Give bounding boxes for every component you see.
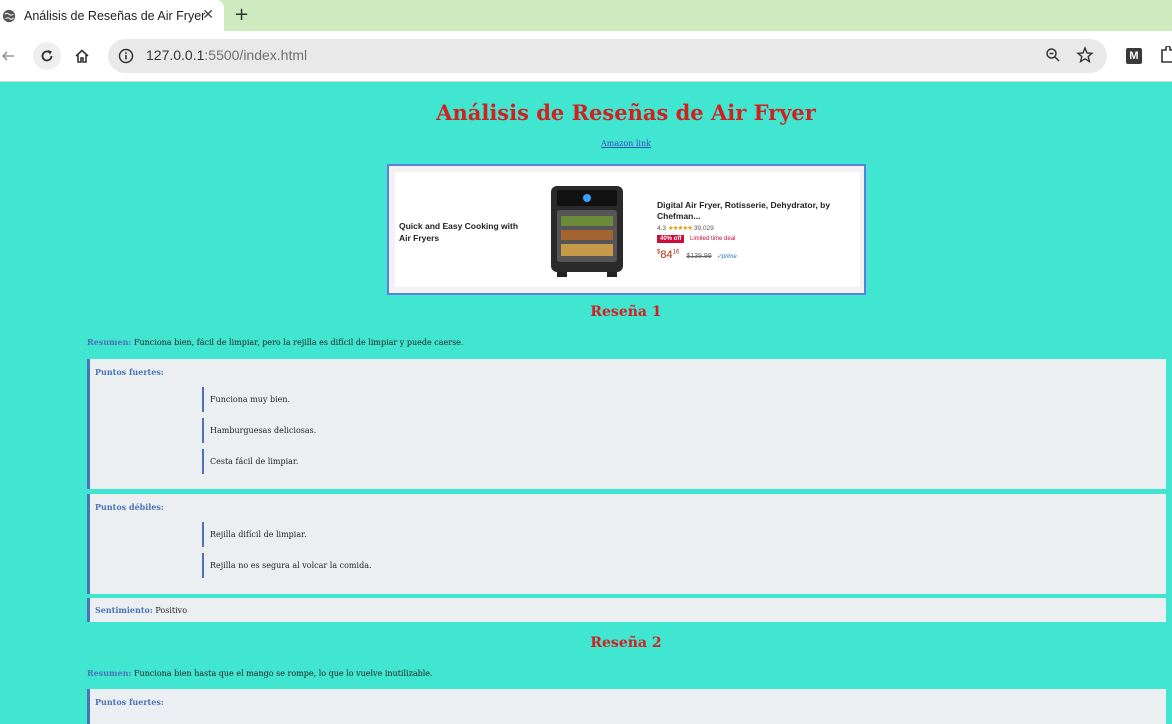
- tab-bar: Análisis de Reseñas de Air Fryer ✕ +: [0, 0, 1172, 31]
- url-text[interactable]: 127.0.0.1:5500/index.html: [146, 47, 307, 63]
- summary-text: Funciona bien, fácil de limpiar, pero la…: [133, 338, 464, 347]
- air-fryer-product-image: [551, 186, 623, 277]
- list-item: Cesta fácil de limpiar.: [202, 449, 510, 474]
- list-item: Rejilla no es segura al volcar la comida…: [202, 553, 510, 578]
- old-price: $139.99: [686, 253, 712, 260]
- review-1-strengths-panel: Puntos fuertes: Funciona muy bien. Hambu…: [87, 359, 1166, 489]
- price-cents: 16: [672, 249, 680, 256]
- amazon-ad-banner[interactable]: Quick and Easy Cooking with Air Fryers D…: [387, 164, 866, 295]
- list-item: Hamburguesas deliciosas.: [202, 418, 510, 443]
- review-1-summary: Resumen: Funciona bien, fácil de limpiar…: [87, 337, 463, 347]
- weaknesses-list: Rejilla difícil de limpiar. Rejilla no e…: [202, 522, 510, 584]
- ad-inner: Quick and Easy Cooking with Air Fryers D…: [395, 172, 860, 287]
- price-whole: 84: [660, 249, 673, 261]
- url-host: 127.0.0.1: [146, 47, 205, 63]
- ad-rating: 4.3 ★★★★★ 39,029: [657, 224, 714, 232]
- review-1-weaknesses-panel: Puntos débiles: Rejilla difícil de limpi…: [87, 494, 1166, 594]
- prime-badge: ✓prime: [716, 254, 737, 260]
- discount-badge: 40% off: [657, 235, 685, 243]
- rating-value: 4.3: [657, 225, 667, 232]
- star-rating-icon: ★★★★★: [667, 225, 693, 232]
- summary-text: Funciona bien hasta que el mango se romp…: [133, 669, 433, 678]
- page-title: Análisis de Reseñas de Air Fryer: [436, 100, 816, 125]
- sentiment-value: Positivo: [155, 606, 188, 615]
- summary-label: Resumen:: [87, 337, 132, 347]
- weaknesses-heading: Puntos débiles:: [95, 502, 164, 512]
- review-2-summary: Resumen: Funciona bien hasta que el mang…: [87, 668, 433, 678]
- browser-toolbar: 127.0.0.1:5500/index.html M: [0, 31, 1172, 82]
- site-info-icon[interactable]: [117, 47, 135, 65]
- ad-deal: 40% off Limited time deal: [657, 235, 736, 243]
- back-arrow-icon[interactable]: [0, 44, 20, 68]
- zoom-icon[interactable]: [1045, 47, 1061, 63]
- deal-text: Limited time deal: [690, 236, 736, 242]
- extension-m-icon[interactable]: M: [1126, 48, 1142, 64]
- ad-price: $8416 $139.99 ✓prime: [657, 249, 737, 261]
- strengths-heading: Puntos fuertes:: [95, 367, 164, 377]
- review-1-title: Reseña 1: [590, 304, 662, 320]
- amazon-link[interactable]: Amazon link: [0, 139, 1172, 148]
- strengths-list: Funciona muy bien. Hamburguesas delicios…: [202, 387, 510, 480]
- list-item: Funciona muy bien.: [202, 387, 510, 412]
- list-item: Rejilla difícil de limpiar.: [202, 522, 510, 547]
- browser-tab[interactable]: Análisis de Reseñas de Air Fryer ✕: [0, 0, 224, 31]
- review-2-strengths-panel: Puntos fuertes:: [87, 689, 1166, 724]
- new-tab-button[interactable]: +: [234, 4, 249, 25]
- rating-count: 39,029: [693, 225, 714, 232]
- summary-label: Resumen:: [87, 668, 132, 678]
- strengths-heading: Puntos fuertes:: [95, 697, 164, 707]
- tab-title: Análisis de Reseñas de Air Fryer: [24, 8, 206, 23]
- bookmark-star-icon[interactable]: [1076, 46, 1094, 64]
- ad-product-name: Digital Air Fryer, Rotisserie, Dehydrato…: [657, 200, 831, 221]
- ad-headline: Quick and Easy Cooking with Air Fryers: [399, 221, 519, 243]
- url-path: :5500/index.html: [204, 47, 308, 63]
- tab-close-icon[interactable]: ✕: [202, 7, 214, 23]
- sentiment-label: Sentimiento:: [95, 605, 153, 615]
- page-content: Análisis de Reseñas de Air Fryer Amazon …: [0, 82, 1172, 724]
- extensions-puzzle-icon[interactable]: [1160, 46, 1172, 64]
- address-bar[interactable]: 127.0.0.1:5500/index.html: [108, 39, 1107, 73]
- review-2-title: Reseña 2: [590, 635, 662, 651]
- globe-icon: [2, 9, 16, 22]
- home-icon[interactable]: [70, 44, 94, 68]
- review-1-sentiment: Sentimiento: Positivo: [87, 598, 1166, 622]
- reload-icon[interactable]: [33, 42, 61, 70]
